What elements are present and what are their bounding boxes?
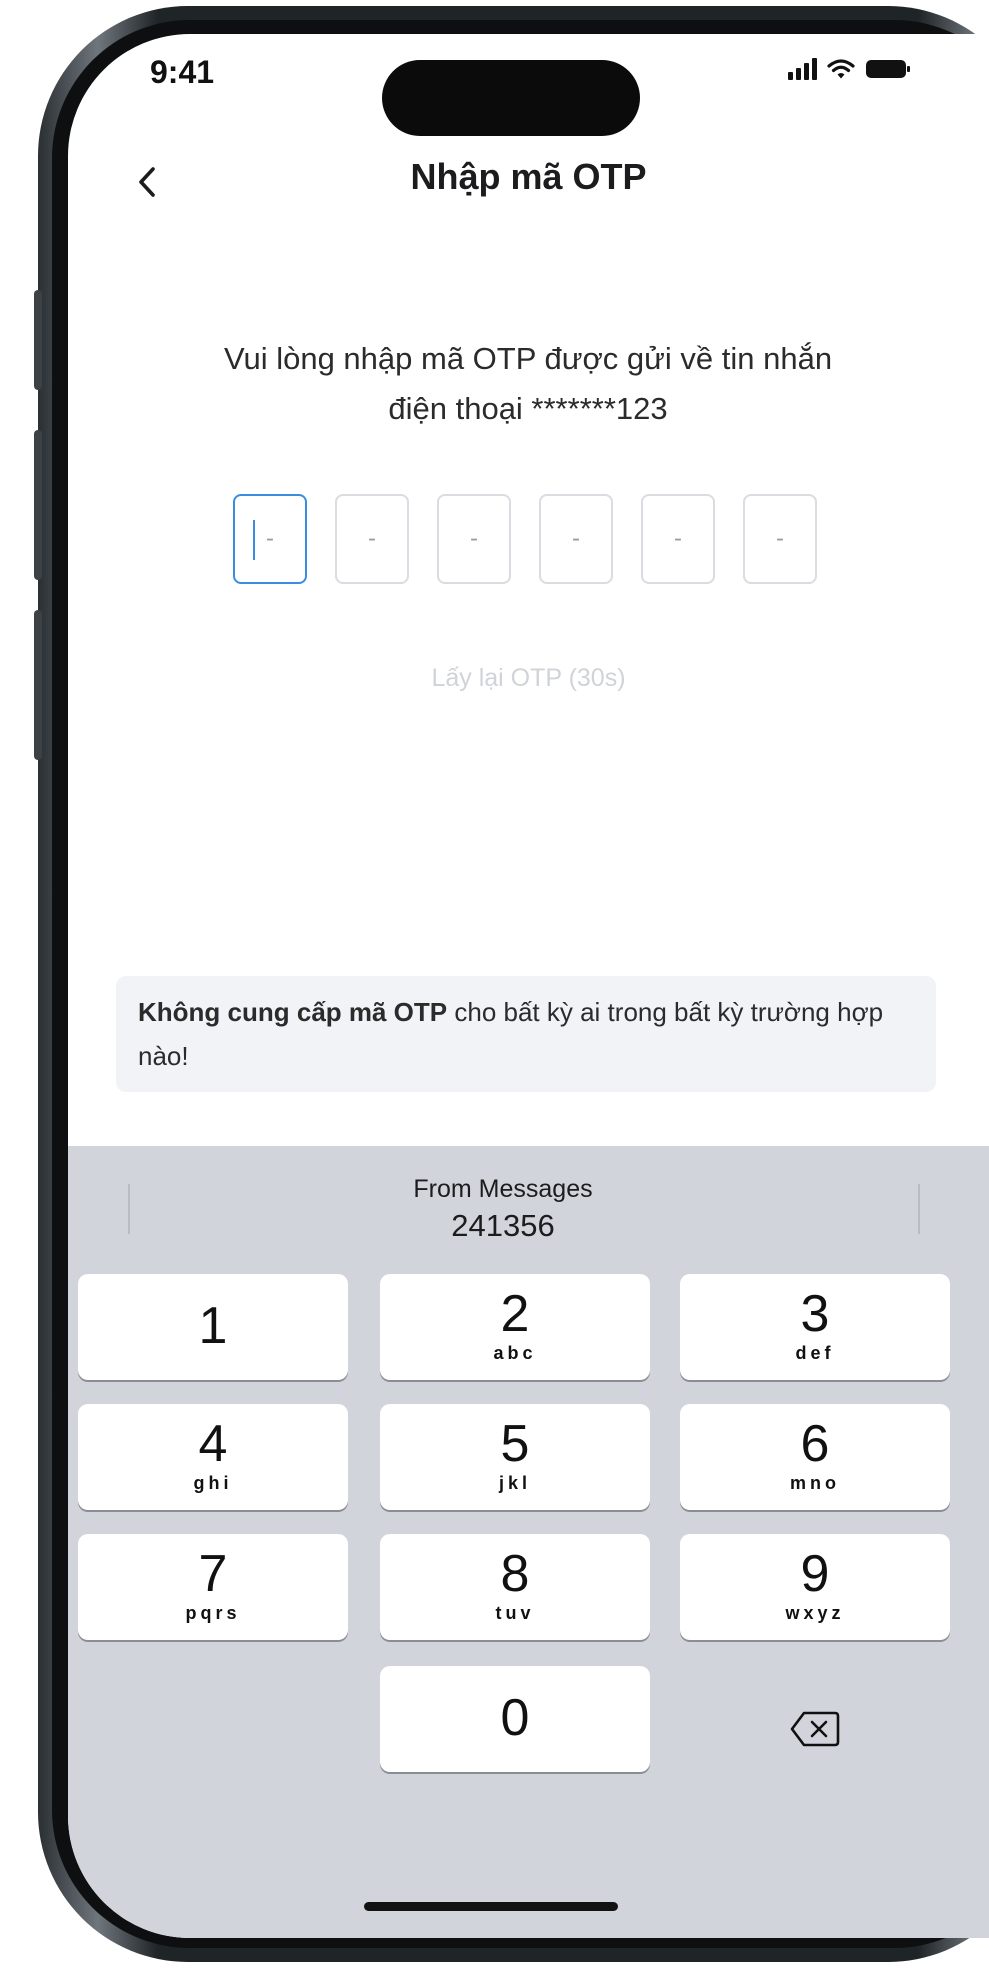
key-4[interactable]: 4 ghi: [78, 1404, 348, 1510]
otp-digit-3[interactable]: -: [437, 494, 511, 584]
key-letters: tuv: [495, 1603, 535, 1623]
backspace-key[interactable]: [680, 1676, 950, 1782]
numeric-keyboard: From Messages 241356 1 2 abc 3 def 4 ghi: [68, 1146, 989, 1938]
security-warning: Không cung cấp mã OTP cho bất kỳ ai tron…: [116, 976, 936, 1092]
otp-autofill-suggestion[interactable]: From Messages 241356: [353, 1172, 653, 1246]
key-letters: ghi: [193, 1473, 233, 1493]
resend-otp-link[interactable]: Lấy lại OTP (30s): [68, 664, 989, 693]
otp-digit-5[interactable]: -: [641, 494, 715, 584]
key-3[interactable]: 3 def: [680, 1274, 950, 1380]
suggestion-divider: [128, 1184, 130, 1234]
key-digit: 4: [198, 1415, 228, 1473]
action-button: [34, 290, 42, 390]
key-digit: 1: [198, 1297, 228, 1355]
dynamic-island: [382, 60, 640, 136]
otp-digit-placeholder: -: [368, 525, 376, 552]
wifi-icon: [827, 58, 855, 80]
key-6[interactable]: 6 mno: [680, 1404, 950, 1510]
key-digit: 7: [198, 1545, 228, 1603]
key-letters: wxyz: [785, 1603, 845, 1623]
key-9[interactable]: 9 wxyz: [680, 1534, 950, 1640]
otp-instruction-line2: điện thoại *******123: [388, 391, 668, 426]
page-title: Nhập mã OTP: [410, 156, 647, 197]
volume-down-button: [34, 610, 42, 760]
status-icons: [788, 58, 911, 80]
volume-up-button: [34, 430, 42, 580]
key-digit: 0: [500, 1689, 530, 1747]
otp-digit-placeholder: -: [266, 525, 274, 552]
otp-digit-placeholder: -: [674, 525, 682, 552]
key-digit: 3: [800, 1285, 830, 1343]
stage: 9:41 Nhập mã OTP Vui lòng nhập mã OTP đư…: [0, 0, 989, 1968]
text-caret: [253, 520, 255, 560]
otp-digit-4[interactable]: -: [539, 494, 613, 584]
otp-digit-placeholder: -: [776, 525, 784, 552]
warning-bold-text: Không cung cấp mã OTP: [138, 997, 448, 1027]
signal-icon: [788, 58, 817, 80]
otp-digit-placeholder: -: [470, 525, 478, 552]
key-8[interactable]: 8 tuv: [380, 1534, 650, 1640]
otp-digit-1[interactable]: -: [233, 494, 307, 584]
otp-instruction-line1: Vui lòng nhập mã OTP được gửi về tin nhắ…: [223, 341, 833, 376]
key-7[interactable]: 7 pqrs: [78, 1534, 348, 1640]
suggestion-code: 241356: [451, 1208, 555, 1243]
key-digit: 9: [800, 1545, 830, 1603]
suggestion-source: From Messages: [413, 1175, 593, 1203]
key-5[interactable]: 5 jkl: [380, 1404, 650, 1510]
key-digit: 8: [500, 1545, 530, 1603]
key-letters: pqrs: [185, 1603, 241, 1623]
screen: 9:41 Nhập mã OTP Vui lòng nhập mã OTP đư…: [68, 34, 989, 1938]
key-1[interactable]: 1: [78, 1274, 348, 1380]
otp-digit-placeholder: -: [572, 525, 580, 552]
key-letters: def: [795, 1343, 835, 1363]
status-time: 9:41: [150, 54, 215, 90]
key-letters: mno: [790, 1473, 840, 1493]
home-indicator: [364, 1902, 618, 1911]
otp-instruction: Vui lòng nhập mã OTP được gửi về tin nhắ…: [128, 334, 928, 434]
key-digit: 2: [500, 1285, 530, 1343]
otp-digit-6[interactable]: -: [743, 494, 817, 584]
otp-digit-2[interactable]: -: [335, 494, 409, 584]
suggestion-bar: From Messages 241356: [68, 1146, 989, 1256]
key-digit: 6: [800, 1415, 830, 1473]
otp-input-row: - - - - - -: [233, 494, 817, 584]
suggestion-divider: [918, 1184, 920, 1234]
key-letters: abc: [493, 1343, 537, 1363]
key-2[interactable]: 2 abc: [380, 1274, 650, 1380]
key-0[interactable]: 0: [380, 1666, 650, 1772]
key-letters: jkl: [498, 1473, 531, 1493]
key-digit: 5: [500, 1415, 530, 1473]
backspace-icon: [790, 1711, 840, 1747]
battery-icon: [865, 58, 911, 80]
